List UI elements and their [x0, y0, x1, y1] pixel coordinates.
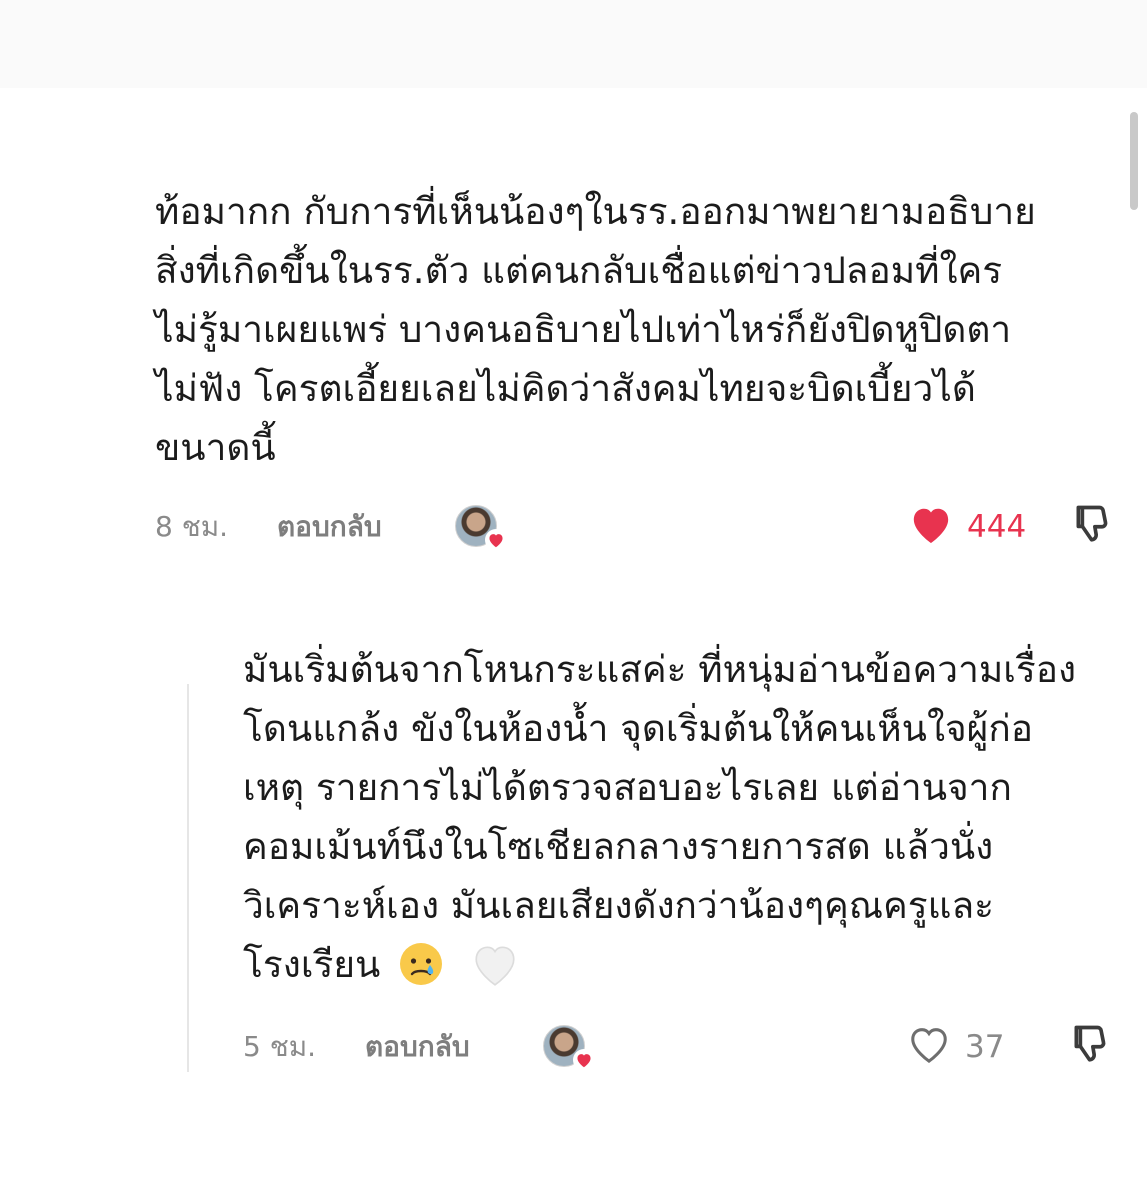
comment-text-line: ไม่ฟัง โครตเอี้ยยเลยไม่คิดว่าสังคมไทยจะบ… [155, 367, 976, 410]
emoji-row [392, 937, 520, 996]
comment-text-line: ไม่รู้มาเผยแพร่ บางคนอธิบายไปเท่าไหร่ก็ย… [155, 308, 1012, 351]
like-button[interactable]: 444 [907, 503, 1041, 552]
comment-text-line: มันเริ่มต้นจากโหนกระแสค่ะ ที่หนุ่มอ่านข้… [243, 648, 1077, 691]
creator-liked-badge [543, 1025, 595, 1071]
crying-face-icon [400, 943, 443, 985]
small-heart-icon [573, 1049, 595, 1071]
dislike-button[interactable] [1069, 1022, 1113, 1073]
like-count: 37 [965, 1029, 1005, 1065]
dislike-button[interactable] [1071, 502, 1115, 553]
thumbs-down-icon [1071, 502, 1115, 553]
comment-text: มันเริ่มต้นจากโหนกระแสค่ะ ที่หนุ่มอ่านข้… [243, 640, 1123, 996]
comment-text-line: โรงเรียน [243, 943, 381, 986]
comment-meta-row: 5 ชม. ตอบกลับ 37 [243, 1022, 1113, 1072]
comment-item: ท้อมากก กับการที่เห็นน้องๆในรร.ออกมาพยาย… [155, 182, 1115, 477]
comment-text-line: สิ่งที่เกิดขึ้นในรร.ตัว แต่คนกลับเชื่อแต… [155, 249, 1003, 292]
thread-line [187, 684, 189, 1072]
reply-item: มันเริ่มต้นจากโหนกระแสค่ะ ที่หนุ่มอ่านข้… [243, 640, 1123, 996]
like-button[interactable]: 37 [905, 1023, 1039, 1072]
comments-screen: ท้อมากก กับการที่เห็นน้องๆในรร.ออกมาพยาย… [0, 0, 1147, 1200]
heart-outline-icon [905, 1023, 953, 1072]
reply-button[interactable]: ตอบกลับ [277, 505, 455, 549]
small-heart-icon [485, 529, 507, 551]
reply-button[interactable]: ตอบกลับ [365, 1025, 543, 1069]
white-heart-icon [475, 946, 515, 986]
comment-text-line: เหตุ รายการไม่ได้ตรวจสอบอะไรเลย แต่อ่านจ… [243, 766, 1012, 809]
comment-text-line: วิเคราะห์เอง มันเลยเสียงดังกว่าน้องๆคุณค… [243, 884, 995, 927]
thumbs-down-icon [1069, 1022, 1113, 1073]
comment-time: 8 ชม. [155, 510, 229, 543]
heart-filled-icon [907, 503, 955, 552]
comment-time: 5 ชม. [243, 1030, 317, 1063]
creator-liked-badge [455, 505, 507, 551]
comment-text-line: ท้อมากก กับการที่เห็นน้องๆในรร.ออกมาพยาย… [155, 190, 1036, 233]
comment-text-line: คอมเม้นท์นึงในโซเชียลกลางรายการสด แล้วนั… [243, 825, 994, 868]
comment-meta-row: 8 ชม. ตอบกลับ 444 [155, 502, 1115, 552]
scrollbar[interactable] [1130, 112, 1138, 210]
like-count: 444 [967, 509, 1027, 545]
comment-text-line: ขนาดนี้ [155, 426, 276, 469]
comment-text-line: โดนแกล้ง ขังในห้องน้ำ จุดเริ่มต้นให้คนเห… [243, 707, 1033, 750]
top-band [0, 0, 1147, 88]
comment-text: ท้อมากก กับการที่เห็นน้องๆในรร.ออกมาพยาย… [155, 182, 1115, 477]
